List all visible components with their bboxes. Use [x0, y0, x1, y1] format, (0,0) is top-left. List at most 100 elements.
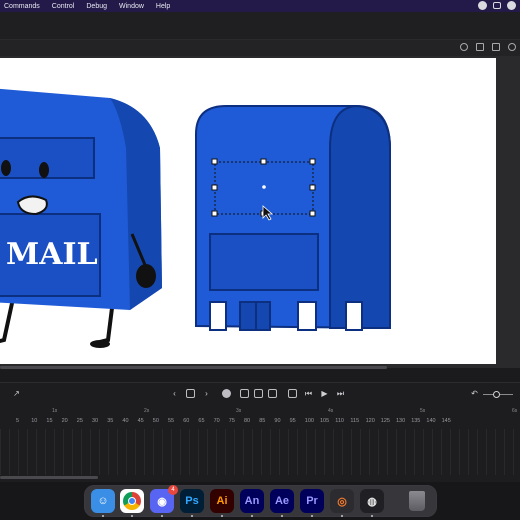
reference-mailbox-character: MAIL — [0, 88, 162, 348]
mailbox-label-text: MAIL — [6, 237, 98, 272]
timeline-frame-label: 35 — [107, 418, 114, 424]
timeline-frame-label: 50 — [152, 418, 159, 424]
timeline-frame-label: 115 — [350, 418, 360, 424]
timeline-frame-label: 30 — [92, 418, 99, 424]
timeline-frame-label: 135 — [411, 418, 421, 424]
timeline-ruler[interactable]: 5 10 15 20 25 30 35 40 45 50 55 60 65 70 75 80 85 90 95 100… — [0, 405, 520, 429]
dock-app-animate[interactable]: An — [240, 489, 264, 513]
dock-app-label: Ai — [216, 495, 228, 507]
edit-frames-icon[interactable] — [240, 389, 249, 398]
app-title-area — [0, 12, 520, 40]
running-indicator — [191, 515, 193, 517]
timeline-frame-label: 70 — [213, 418, 220, 424]
timeline-second-label: 4s — [328, 408, 334, 414]
discord-icon: ◉ — [157, 495, 167, 508]
chrome-icon — [123, 492, 141, 510]
dock-app-finder[interactable]: ☺ — [91, 489, 115, 513]
dock-app-discord[interactable]: ◉ 4 — [150, 485, 178, 513]
undo-icon[interactable]: ↶ — [470, 389, 479, 398]
dock-app-after-effects[interactable]: Ae — [270, 489, 294, 513]
dock-app-photoshop[interactable]: Ps — [180, 489, 204, 513]
dock-app-trash[interactable] — [405, 489, 429, 513]
timeline-tracks[interactable] — [0, 429, 520, 475]
chevron-left-icon[interactable]: ‹ — [170, 389, 179, 398]
control-center-icon[interactable] — [493, 2, 501, 9]
stage-toolbar — [0, 40, 520, 56]
menu-bar-tray — [478, 1, 516, 10]
menu-debug[interactable]: Debug — [86, 3, 107, 10]
layer-icon[interactable] — [254, 389, 263, 398]
dock: ☺ ◉ 4 Ps Ai An Ae Pr ◎ ◍ — [84, 485, 437, 517]
timeline-frame-label: 10 — [31, 418, 38, 424]
stage-horizontal-scrollbar[interactable] — [0, 366, 387, 369]
timeline-frame-label: 60 — [183, 418, 190, 424]
timeline-frame-label: 45 — [137, 418, 144, 424]
dock-app-illustrator[interactable]: Ai — [210, 489, 234, 513]
play-icon[interactable]: ▶ — [320, 389, 329, 398]
timeline-frame-label: 140 — [426, 418, 436, 424]
running-indicator — [371, 515, 373, 517]
last-frame-icon[interactable]: ⏭ — [336, 389, 345, 398]
timeline-frame-label: 120 — [365, 418, 375, 424]
finder-icon: ☺ — [97, 495, 109, 507]
chevron-right-icon[interactable]: › — [202, 389, 211, 398]
menu-window[interactable]: Window — [119, 3, 144, 10]
center-stage-icon[interactable] — [460, 43, 468, 51]
menu-control[interactable]: Control — [52, 3, 75, 10]
running-indicator — [161, 515, 163, 517]
repeat-icon[interactable] — [288, 389, 297, 398]
menu-commands[interactable]: Commands — [4, 3, 40, 10]
menu-bar: Commands Control Debug Window Help — [0, 0, 520, 12]
timeline-frame-label: 25 — [76, 418, 83, 424]
loop-icon[interactable] — [268, 389, 277, 398]
onion-skin-toggle-icon[interactable] — [222, 389, 231, 398]
timeline-frame-label: 95 — [289, 418, 296, 424]
timeline-frame-label: 20 — [61, 418, 68, 424]
timeline-frame-label: 85 — [259, 418, 266, 424]
blender-icon: ◎ — [337, 495, 347, 508]
timeline-zoom-knob[interactable] — [493, 391, 500, 398]
dock-app-premiere-pro[interactable]: Pr — [300, 489, 324, 513]
zoom-icon[interactable] — [508, 43, 516, 51]
timeline-frame-label: 130 — [396, 418, 406, 424]
notification-badge: 4 — [168, 485, 178, 495]
stage-canvas[interactable]: MAIL — [0, 58, 496, 364]
fit-icon[interactable] — [492, 43, 500, 51]
timeline-frame-label: 5 — [16, 418, 20, 424]
running-indicator — [221, 515, 223, 517]
running-indicator — [131, 515, 133, 517]
timeline-frame-label: 145 — [441, 418, 451, 424]
timeline-frame-label: 105 — [320, 418, 330, 424]
timeline-frame-label: 40 — [122, 418, 129, 424]
timeline-frame-label: 15 — [46, 418, 53, 424]
dock-app-label: Ps — [185, 495, 199, 507]
menu-help[interactable]: Help — [156, 3, 170, 10]
user-icon[interactable] — [478, 1, 487, 10]
timeline-second-label: 1s — [52, 408, 58, 414]
timeline-frame-label: 65 — [198, 418, 205, 424]
vector-mailbox[interactable] — [195, 104, 391, 331]
timeline-second-label: 5s — [420, 408, 426, 414]
timeline-frame-label: 75 — [228, 418, 235, 424]
onion-skin-icon[interactable]: ↗ — [12, 389, 21, 398]
first-frame-icon[interactable]: ⏮ — [304, 389, 313, 398]
clip-icon[interactable] — [476, 43, 484, 51]
timeline-controls: ↗ ‹ › ⏮ ▶ ⏭ ↶ — [0, 383, 520, 405]
stage-artwork: MAIL — [0, 88, 391, 348]
timeline-frame-label: 125 — [380, 418, 390, 424]
timeline-frame-label: 80 — [244, 418, 251, 424]
dock-app-label: Pr — [306, 495, 318, 507]
stop-icon[interactable] — [186, 389, 195, 398]
timeline-frame-label: 55 — [168, 418, 175, 424]
timeline-second-label: 2s — [144, 408, 150, 414]
running-indicator — [281, 515, 283, 517]
timeline-horizontal-scrollbar[interactable] — [0, 476, 98, 479]
timeline-frame-label: 100 — [304, 418, 314, 424]
timeline-panel: ↗ ‹ › ⏮ ▶ ⏭ ↶ 5 10 15 20 25 30 35 40 45 50 55 60 65 7… — [0, 382, 520, 482]
dock-app-chrome[interactable] — [120, 489, 144, 513]
trash-icon — [409, 491, 425, 511]
dock-app-obs[interactable]: ◍ — [360, 489, 384, 513]
siri-icon[interactable] — [507, 1, 516, 10]
dock-app-blender[interactable]: ◎ — [330, 489, 354, 513]
dock-app-label: Ae — [274, 495, 290, 507]
